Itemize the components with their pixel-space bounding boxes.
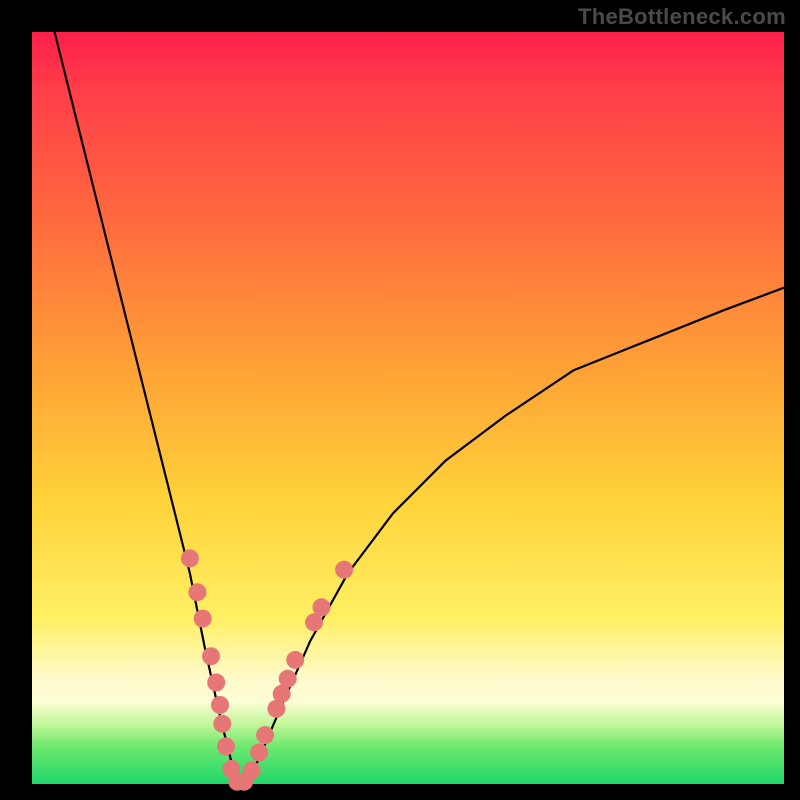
data-point-marker [286,651,304,669]
data-point-marker [335,561,353,579]
data-point-marker [211,696,229,714]
data-point-marker [279,670,297,688]
data-point-marker [188,583,206,601]
data-point-marker [256,726,274,744]
data-point-marker [194,610,212,628]
data-point-marker [217,737,235,755]
chart-frame: TheBottleneck.com [0,0,800,800]
data-point-marker [313,598,331,616]
data-point-marker [207,674,225,692]
data-point-marker [213,715,231,733]
data-point-marker [181,549,199,567]
bottleneck-curve [32,32,784,784]
watermark-text: TheBottleneck.com [578,4,786,30]
data-point-marker [202,647,220,665]
plot-area [32,32,784,784]
data-point-marker [250,743,268,761]
data-point-marker [243,762,261,780]
